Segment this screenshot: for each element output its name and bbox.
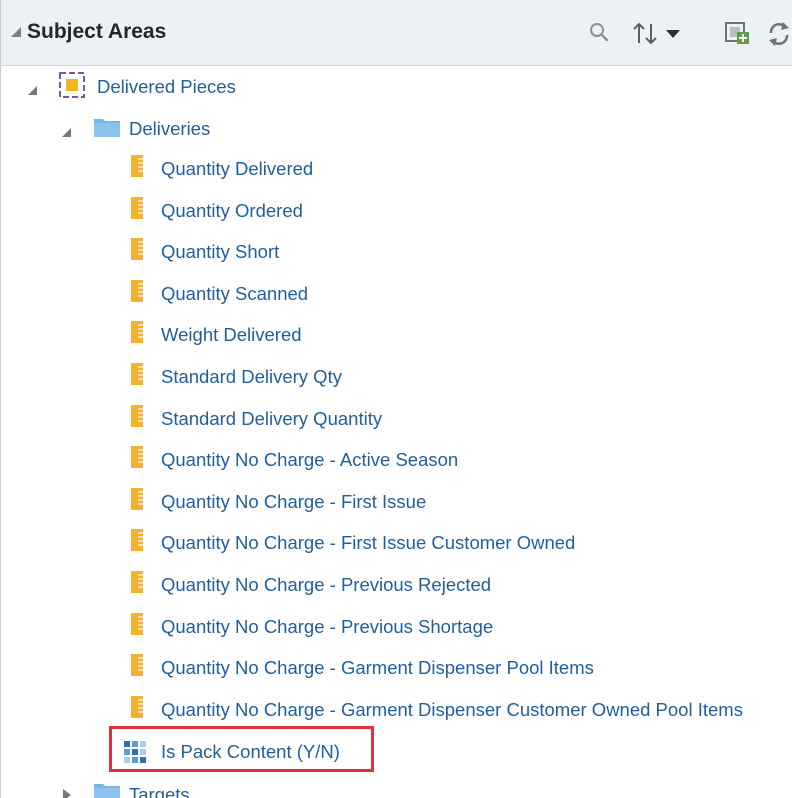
tree-node-measure[interactable]: Quantity Delivered (1, 150, 792, 190)
measure-icon (131, 695, 143, 718)
tree-node-label[interactable]: Quantity Scanned (161, 283, 308, 305)
folder-icon (94, 784, 120, 798)
tree-node-label[interactable]: Quantity No Charge - Previous Shortage (161, 616, 493, 638)
tree-node-deliveries[interactable]: Deliveries (1, 110, 792, 150)
measure-icon (131, 238, 143, 261)
tree-node-label[interactable]: Quantity No Charge - Garment Dispenser C… (161, 699, 743, 721)
tree-node-label[interactable]: Delivered Pieces (97, 76, 236, 98)
tree-node-label[interactable]: Quantity No Charge - Previous Rejected (161, 574, 491, 596)
tree-node-measure[interactable]: Standard Delivery Qty (1, 358, 792, 398)
measure-icon (131, 279, 143, 302)
tree-node-label[interactable]: Weight Delivered (161, 324, 302, 346)
tree-node-measure[interactable]: Quantity Short (1, 233, 792, 273)
tree-node-label[interactable]: Quantity Short (161, 241, 279, 263)
tree-node-label[interactable]: Quantity No Charge - First Issue Custome… (161, 532, 575, 554)
expand-toggle-icon[interactable] (63, 789, 71, 798)
tree-node-measure[interactable]: Quantity No Charge - Previous Rejected (1, 566, 792, 606)
add-subject-area-icon[interactable] (723, 16, 753, 50)
measure-icon (131, 446, 143, 469)
tree-node-measure[interactable]: Quantity No Charge - Previous Shortage (1, 608, 792, 648)
tree-node-measure[interactable]: Quantity No Charge - Garment Dispenser C… (1, 691, 792, 731)
tree-node-is-pack-content[interactable]: Is Pack Content (Y/N) (1, 733, 792, 773)
tree-node-label[interactable]: Deliveries (129, 118, 210, 140)
tree-node-label[interactable]: Standard Delivery Qty (161, 366, 342, 388)
search-icon[interactable] (585, 16, 615, 50)
tree-node-label[interactable]: Quantity No Charge - First Issue (161, 491, 426, 513)
chevron-down-icon (666, 30, 680, 38)
expand-toggle-icon[interactable] (62, 128, 71, 137)
sort-icon[interactable] (631, 16, 697, 50)
tree-node-label[interactable]: Is Pack Content (Y/N) (161, 741, 340, 763)
refresh-icon[interactable] (765, 16, 792, 50)
tree-node-measure[interactable]: Quantity Scanned (1, 275, 792, 315)
tree-node-targets[interactable]: Targets (1, 773, 792, 798)
tree-node-label[interactable]: Quantity Delivered (161, 158, 313, 180)
collapse-panel-icon[interactable] (11, 27, 21, 37)
tree-node-measure[interactable]: Quantity No Charge - Active Season (1, 441, 792, 481)
measure-icon (131, 571, 143, 593)
panel-header: Subject Areas (1, 0, 792, 66)
expand-toggle-icon[interactable] (28, 86, 37, 95)
measure-icon (131, 654, 143, 677)
tree-node-measure[interactable]: Quantity No Charge - First Issue Custome… (1, 524, 792, 564)
tree-node-measure[interactable]: Quantity No Charge - Garment Dispenser P… (1, 649, 792, 689)
tree-node-label[interactable]: Quantity No Charge - Garment Dispenser P… (161, 657, 594, 679)
subject-areas-panel: Subject Areas Delivered Pieces Deliverie… (0, 0, 792, 798)
tree-node-label[interactable]: Standard Delivery Quantity (161, 408, 382, 430)
tree-node-measure[interactable]: Standard Delivery Quantity (1, 400, 792, 440)
panel-title: Subject Areas (27, 20, 167, 43)
measure-icon (131, 612, 143, 635)
measure-icon (131, 321, 143, 344)
subject-area-icon (59, 72, 85, 98)
tree-node-label[interactable]: Quantity No Charge - Active Season (161, 449, 458, 471)
tree-node-measure[interactable]: Weight Delivered (1, 316, 792, 356)
tree-node-delivered-pieces[interactable]: Delivered Pieces (1, 68, 792, 108)
measure-icon (131, 196, 143, 219)
tree-node-measure[interactable]: Quantity Ordered (1, 192, 792, 232)
measure-icon (131, 363, 143, 385)
measure-icon (131, 529, 143, 552)
tree-node-label[interactable]: Quantity Ordered (161, 200, 303, 222)
attribute-column-icon (124, 741, 146, 763)
measure-icon (131, 155, 143, 177)
tree-node-measure[interactable]: Quantity No Charge - First Issue (1, 483, 792, 523)
tree-node-label[interactable]: Targets (129, 784, 190, 798)
measure-icon (131, 404, 143, 427)
measure-icon (131, 487, 143, 510)
folder-icon (94, 119, 120, 137)
